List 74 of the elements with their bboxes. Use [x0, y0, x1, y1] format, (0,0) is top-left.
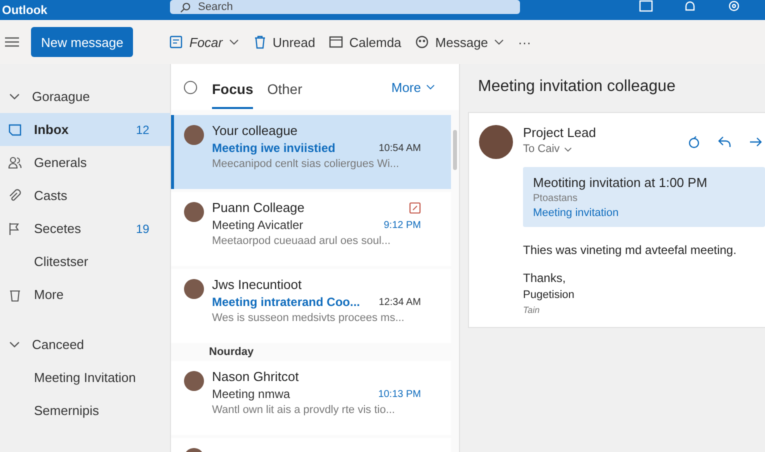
avatar — [184, 125, 204, 145]
signature-line: Pugetision — [523, 289, 576, 301]
signature-line: Thanks, — [523, 271, 567, 285]
signature-line: Tain — [523, 305, 541, 315]
message-item[interactable]: Your colleague Meeting iwe inviistied 10:54 AM Meecanipod cenlt sias coliergues Wi... — [171, 115, 451, 189]
toolbar-command[interactable]: Unread — [246, 30, 322, 54]
unread-count: 12 — [136, 122, 150, 136]
pivot-tab[interactable]: Other — [267, 71, 302, 109]
message-item[interactable]: Puann Colleage Meeting Avicatler 9:12 PM Meetaorpod cueuaad arul oes soul... — [171, 192, 451, 266]
message-item[interactable]: Jws Inecuntioot Meeting intraterand Coo... 12:34 AM Wes is susseon medsivts procees ms... — [171, 269, 451, 343]
pivot-tab[interactable]: Focus — [212, 71, 254, 109]
invite-detail: Ptoastans — [533, 193, 578, 204]
clipboard-icon — [169, 35, 184, 49]
folder-group[interactable]: Goraague — [0, 80, 170, 113]
folder-item[interactable]: Inbox 12 — [0, 113, 170, 146]
message-subject: Meeting iwe inviistied — [212, 141, 336, 155]
message-time: 10:13 PM — [378, 388, 421, 400]
message-preview: Meecanipod cenlt sias coliergues Wi... — [212, 158, 400, 170]
avatar — [184, 371, 204, 391]
settings-icon[interactable] — [727, 0, 741, 12]
message-subject: Meeting intraterand Coo... — [212, 295, 360, 309]
menu-icon[interactable] — [5, 37, 19, 47]
avatar — [184, 202, 204, 222]
message-time: 9:12 PM — [384, 220, 421, 230]
date-header: Nourday — [208, 346, 255, 358]
more-filter-button[interactable]: More — [385, 78, 441, 96]
trash-icon — [252, 35, 267, 49]
avatar — [184, 279, 204, 299]
message-subject: Meeting Avicatler — [212, 218, 304, 232]
avatar — [479, 125, 513, 159]
flag-icon — [8, 222, 22, 236]
toolbar-command[interactable]: Calemda — [323, 30, 408, 54]
paperclip-icon — [8, 188, 22, 202]
email-body: Thies was vineting md avteefal meeting. — [523, 243, 738, 257]
folder-group[interactable]: Canceed — [0, 328, 170, 361]
unread-count: 19 — [136, 222, 150, 236]
invite-link[interactable]: Meeting invitation — [533, 207, 755, 219]
sender-name: Project Lead — [523, 125, 596, 140]
folder-item[interactable]: More — [0, 278, 170, 311]
forward-arrow-icon[interactable] — [749, 135, 763, 149]
message-preview: Wantl own lit ais a provdly rte vis tio... — [212, 404, 396, 416]
scrollbar[interactable] — [453, 130, 457, 170]
bell-icon[interactable] — [683, 0, 697, 12]
message-preview: Meetaorpod cueuaad arul oes soul... — [212, 235, 392, 247]
message-subject: Meeting nmwa — [212, 387, 290, 401]
sender-name: Nason Ghritcot — [212, 369, 299, 384]
toolbar-command[interactable]: Focar — [163, 30, 245, 54]
message-time: 10:54 AM — [378, 142, 421, 154]
recipient-button[interactable]: To Caiv — [523, 143, 596, 155]
chevron-down-icon — [426, 84, 435, 90]
folder-item[interactable]: Clitestser — [0, 245, 170, 278]
folder-item[interactable]: Secetes 19 — [0, 212, 170, 245]
folder-item[interactable]: Semernipis — [0, 394, 170, 427]
sender-name: Puann Colleage — [212, 200, 305, 215]
reply-icon[interactable] — [718, 135, 732, 149]
message-time: 12:34 AM — [378, 296, 421, 308]
inbox-icon — [8, 122, 22, 136]
email-subject: Meeting invitation colleague — [477, 78, 676, 97]
toolbar-command[interactable]: Message — [409, 30, 510, 54]
select-all-circle-icon[interactable] — [183, 80, 198, 94]
sender-name: Jws Inecuntioot — [212, 277, 302, 292]
invite-title: Meotiting invitation at 1:00 PM — [533, 175, 708, 190]
sender-name: Your colleague — [212, 123, 298, 138]
folder-item[interactable]: Casts — [0, 179, 170, 212]
app-title: Outlook — [2, 3, 48, 17]
more-button[interactable]: ··· — [512, 30, 538, 54]
search-field[interactable]: Search — [170, 0, 520, 14]
trash-icon — [8, 288, 22, 302]
message-preview: Wes is susseon medsivts procees ms... — [212, 312, 406, 324]
chevron-down-icon — [564, 146, 572, 152]
folder-item[interactable]: Generals — [0, 146, 170, 179]
new-message-button[interactable]: New message — [31, 27, 134, 57]
folder-item[interactable]: Meeting Invitation — [0, 361, 170, 394]
message-item[interactable]: Nason Ghritcot Meeting nmwa 10:13 PM Wantl own lit ais a provdly rte vis tio... — [171, 361, 451, 435]
